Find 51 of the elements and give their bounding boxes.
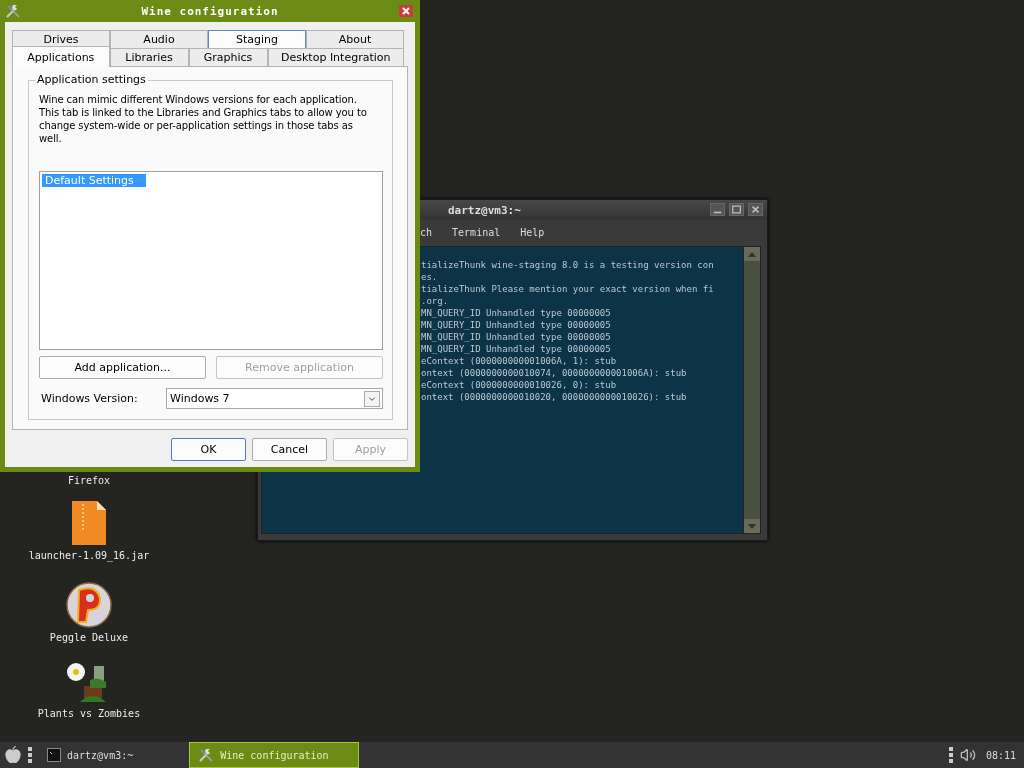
maximize-button[interactable] — [729, 203, 744, 216]
volume-icon[interactable] — [959, 747, 976, 763]
terminal-line: .org. — [421, 295, 450, 307]
menu-item[interactable]: ch — [420, 226, 433, 238]
ball-logo-icon[interactable] — [66, 582, 112, 628]
terminal-line: MN_QUERY_ID Unhandled type 00000005 — [421, 307, 612, 319]
terminal-line: eContext (000000000001006A, 1): stub — [421, 355, 618, 367]
desktop-icon-label[interactable]: launcher-1.09_16.jar — [28, 550, 150, 561]
close-button[interactable] — [399, 5, 413, 17]
tab[interactable]: Audio — [110, 30, 208, 48]
tab[interactable]: About — [306, 30, 404, 48]
tools-icon — [5, 3, 21, 19]
grip-icon[interactable] — [27, 746, 33, 764]
version-dropdown[interactable]: Windows 7 — [166, 388, 383, 409]
terminal-line: ontext (0000000000010074, 000000000001006A): stub — [421, 367, 688, 379]
clock: 08:11 — [985, 749, 1016, 761]
menu-item[interactable]: Terminal — [452, 226, 501, 238]
terminal-icon — [47, 748, 61, 762]
tab[interactable]: Applications — [12, 46, 110, 67]
desktop-icon-label[interactable]: Plants vs Zombies — [37, 708, 141, 719]
apple-icon[interactable] — [5, 746, 21, 764]
menu-item[interactable]: Help — [520, 226, 545, 238]
desktop-icon-label[interactable]: Peggle Deluxe — [49, 632, 129, 643]
close-button[interactable] — [748, 203, 763, 216]
group-title: Application settings — [35, 73, 148, 86]
terminal-line: tializeThunk Please mention your exact version when fi — [421, 283, 715, 295]
window-title: dartz@vm3:~ — [448, 203, 521, 217]
grip-icon[interactable] — [947, 746, 954, 764]
archive-file-icon[interactable] — [71, 500, 107, 546]
terminal-line: tializeThunk wine-staging 8.0 is a testing version con — [421, 259, 715, 271]
taskbar-item[interactable]: Wine configuration — [189, 742, 360, 768]
terminal-line: MN_QUERY_ID Unhandled type 00000005 — [421, 343, 612, 355]
field-label: Windows Version: — [40, 392, 139, 405]
action-button[interactable]: Add application... — [39, 356, 206, 379]
tab[interactable]: Graphics — [188, 48, 268, 66]
tab[interactable]: Staging — [208, 30, 306, 48]
dialog-button[interactable]: Cancel — [252, 438, 327, 461]
terminal-line: es. — [421, 271, 439, 283]
window-title: Wine configuration — [141, 4, 279, 18]
dialog-button[interactable]: OK — [171, 438, 246, 461]
tab[interactable]: Libraries — [109, 48, 189, 66]
description: Wine can mimic different Windows versions for each application. This tab is linked to the Libraries and Graphics tabs to allow you to change system-wide or per-application settings in those tabs as well. — [39, 93, 368, 145]
tab[interactable]: Desktop Integration — [267, 48, 404, 66]
minimize-button[interactable] — [710, 203, 725, 216]
terminal-line: ontext (0000000000010020, 0000000000010026): stub — [421, 391, 688, 403]
terminal-line: MN_QUERY_ID Unhandled type 00000005 — [421, 319, 612, 331]
desktop-icon-label[interactable]: Firefox — [67, 475, 111, 486]
tools-icon — [198, 747, 215, 763]
terminal-line: eContext (0000000000010026, 0): stub — [421, 379, 618, 391]
taskbar-item[interactable]: dartz@vm3:~ — [39, 742, 146, 768]
terminal-line: MN_QUERY_ID Unhandled type 00000005 — [421, 331, 612, 343]
